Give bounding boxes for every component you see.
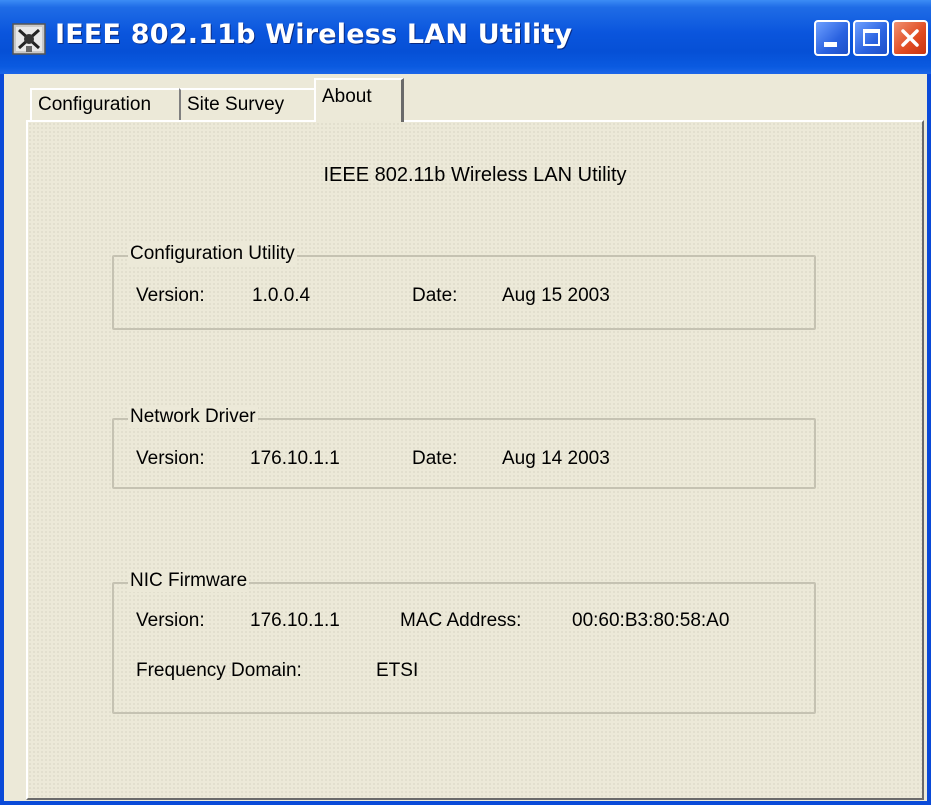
tab-configuration[interactable]: Configuration [30,88,179,120]
about-heading: IEEE 802.11b Wireless LAN Utility [323,164,627,186]
tab-label: Configuration [38,94,152,115]
minimize-icon [824,42,837,47]
version-value: 1.0.0.4 [252,285,311,306]
version-label: Version: [136,610,205,631]
close-icon [901,29,919,47]
network-driver-group: Network Driver Version: 176.10.1.1 Date:… [112,406,816,489]
frequency-domain-value: ETSI [376,660,419,681]
config-utility-group: Configuration Utility Version: 1.0.0.4 D… [112,243,816,330]
group-title: Network Driver [128,406,258,428]
wireless-utility-icon [12,23,46,55]
date-value: Aug 15 2003 [502,285,610,306]
title-bar[interactable]: IEEE 802.11b Wireless LAN Utility [0,0,931,74]
date-label: Date: [412,448,458,469]
version-value: 176.10.1.1 [250,610,340,631]
tab-label: Site Survey [187,94,285,115]
tab-label: About [322,86,372,107]
version-label: Version: [136,448,205,469]
about-panel: IEEE 802.11b Wireless LAN Utility Config… [26,120,924,800]
minimize-button[interactable] [814,20,850,56]
frequency-domain-label: Frequency Domain: [136,660,302,681]
date-label: Date: [412,285,458,306]
close-button[interactable] [892,20,928,56]
nic-firmware-group: NIC Firmware Version: 176.10.1.1 MAC Add… [112,570,816,714]
mac-address-label: MAC Address: [400,610,522,631]
app-window: IEEE 802.11b Wireless LAN Utility Config… [0,0,931,805]
tab-site-survey[interactable]: Site Survey [179,88,314,120]
version-value: 176.10.1.1 [250,448,340,469]
version-label: Version: [136,285,205,306]
date-value: Aug 14 2003 [502,448,610,469]
group-title: NIC Firmware [128,570,250,592]
maximize-button[interactable] [853,20,889,56]
tab-strip: Configuration Site Survey About [4,74,927,124]
maximize-icon [863,29,880,46]
group-title: Configuration Utility [128,243,297,265]
mac-address-value: 00:60:B3:80:58:A0 [572,610,730,631]
window-title: IEEE 802.11b Wireless LAN Utility [55,19,573,50]
tab-about[interactable]: About [314,78,404,122]
